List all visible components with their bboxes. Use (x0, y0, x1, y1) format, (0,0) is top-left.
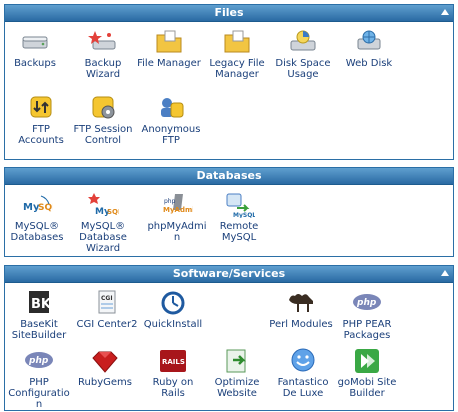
gomobi-site-builder-item[interactable]: goMobi Site Builder (335, 348, 399, 399)
svg-text:MyAdmin: MyAdmin (163, 206, 193, 214)
svg-text:php: php (164, 198, 176, 205)
files-panel-title: Files (214, 6, 244, 19)
software-services-panel: Software/Services BK BaseKit SiteBuilder… (4, 265, 454, 411)
legacy-file-manager-item[interactable]: Legacy File Manager (205, 29, 269, 80)
collapse-arrow-icon[interactable] (441, 270, 449, 276)
quickinstall-icon (161, 291, 185, 315)
quickinstall-item[interactable]: QuickInstall (141, 290, 205, 330)
disk-space-usage-item[interactable]: Disk Space Usage (271, 29, 335, 80)
cgi-icon: CGI (98, 290, 116, 314)
ftp-arrows-icon (30, 96, 52, 118)
remote-mysql-icon: MySQL (226, 193, 255, 218)
anonymous-ftp-item[interactable]: Anonymous FTP (139, 95, 203, 146)
phpmyadmin-item[interactable]: MyAdmin php phpMyAdmin (145, 192, 209, 243)
svg-text:SQL: SQL (38, 203, 53, 213)
ruby-on-rails-item[interactable]: RAILS Ruby on Rails (141, 348, 205, 399)
svg-text:MySQL: MySQL (233, 212, 255, 218)
mysql-wizard-icon: My SQL (88, 193, 119, 217)
ftp-session-control-item[interactable]: FTP Session Control (71, 95, 135, 146)
php-pear-packages-item[interactable]: php PHP PEAR Packages (335, 290, 399, 341)
perl-modules-item[interactable]: Perl Modules (269, 290, 333, 330)
collapse-arrow-icon[interactable] (441, 9, 449, 15)
perl-camel-icon (289, 294, 313, 312)
backup-wizard-icon (88, 31, 116, 50)
svg-text:php: php (356, 298, 377, 308)
smiley-icon (291, 348, 315, 372)
backups-item[interactable]: Backups (3, 29, 67, 69)
svg-text:RAILS: RAILS (162, 358, 185, 366)
svg-text:CGI: CGI (101, 295, 113, 302)
files-panel-header[interactable]: Files (5, 5, 453, 22)
folder-icon (156, 30, 182, 53)
phpmyadmin-icon: MyAdmin php (163, 194, 193, 214)
mysql-database-wizard-item[interactable]: My SQL MySQL® Database Wizard (71, 192, 135, 254)
disk-usage-icon (290, 30, 316, 51)
php-icon: php (25, 352, 53, 368)
rails-icon: RAILS (160, 350, 186, 372)
rubygems-icon (92, 351, 118, 373)
rubygems-item[interactable]: RubyGems (73, 348, 137, 388)
ftp-gear-icon (92, 96, 115, 119)
svg-text:SQL: SQL (107, 208, 119, 216)
optimize-website-item[interactable]: Optimize Website (205, 348, 269, 399)
mysql-icon: My SQL (23, 195, 53, 213)
mysql-databases-item[interactable]: My SQL MySQL® Databases (5, 192, 69, 243)
remote-mysql-item[interactable]: MySQL Remote MySQL (207, 192, 271, 243)
backup-wizard-item[interactable]: Backup Wizard (71, 29, 135, 80)
files-panel: Files Backups Backup Wizard File Manager (4, 4, 454, 160)
svg-text:BK: BK (31, 297, 52, 312)
cgi-center-item[interactable]: CGI CGI Center2 (75, 290, 139, 330)
fantastico-de-luxe-item[interactable]: Fantastico De Luxe (271, 348, 335, 399)
web-disk-icon (357, 30, 381, 50)
basekit-sitebuilder-item[interactable]: BK BaseKit SiteBuilder (7, 290, 71, 341)
anonymous-ftp-icon (161, 98, 184, 118)
php-icon: php (353, 294, 381, 310)
ftp-accounts-item[interactable]: FTP Accounts (9, 95, 73, 146)
basekit-icon: BK (29, 291, 52, 313)
gomobi-icon (355, 349, 379, 373)
databases-panel-header[interactable]: Databases (5, 168, 453, 185)
databases-panel-title: Databases (196, 169, 262, 182)
svg-text:php: php (28, 356, 49, 366)
optimize-icon (226, 349, 247, 373)
php-configuration-item[interactable]: php PHP Configuration (7, 348, 71, 410)
folder-icon (224, 30, 250, 53)
backups-icon (22, 36, 48, 49)
software-services-panel-header[interactable]: Software/Services (5, 266, 453, 283)
file-manager-item[interactable]: File Manager (137, 29, 201, 69)
web-disk-item[interactable]: Web Disk (337, 29, 401, 69)
databases-panel: Databases My SQL MySQL® Databases My SQL… (4, 167, 454, 257)
software-services-panel-title: Software/Services (172, 267, 286, 280)
